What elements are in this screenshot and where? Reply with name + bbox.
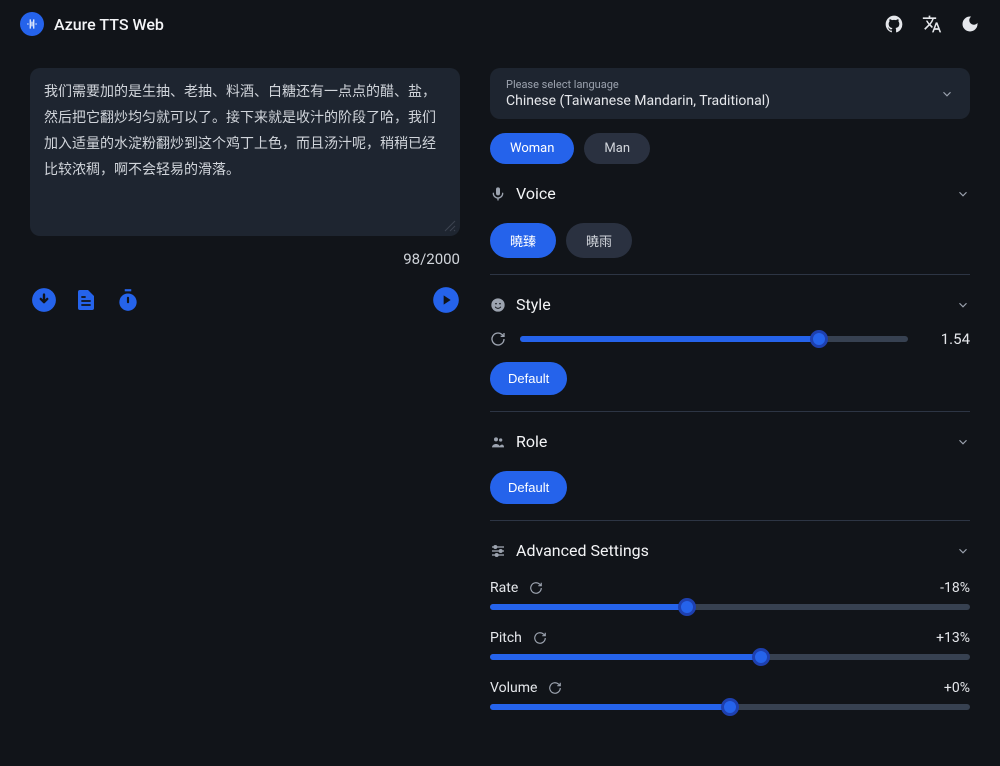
chevron-down-icon bbox=[956, 298, 970, 312]
gender-woman[interactable]: Woman bbox=[490, 133, 574, 164]
slider-fill bbox=[490, 604, 687, 610]
style-title: Style bbox=[516, 295, 551, 314]
voice-row: 曉臻 曉雨 bbox=[490, 223, 970, 258]
main-content: 98/2000 Please select language bbox=[0, 48, 1000, 730]
role-section-header[interactable]: Role bbox=[490, 432, 970, 457]
reset-icon[interactable] bbox=[547, 680, 563, 696]
action-left bbox=[30, 286, 142, 314]
rate-value: -18% bbox=[940, 580, 970, 596]
smile-icon bbox=[490, 297, 506, 313]
resize-handle[interactable] bbox=[444, 220, 456, 232]
rate-slider[interactable] bbox=[490, 604, 970, 610]
reset-icon[interactable] bbox=[532, 630, 548, 646]
char-counter: 98/2000 bbox=[30, 250, 460, 268]
volume-label: Volume bbox=[490, 680, 537, 696]
advanced-title: Advanced Settings bbox=[516, 541, 649, 560]
reset-icon[interactable] bbox=[490, 331, 506, 347]
advanced-section-header[interactable]: Advanced Settings bbox=[490, 541, 970, 566]
language-placeholder: Please select language bbox=[506, 78, 770, 91]
slider-thumb[interactable] bbox=[810, 330, 828, 348]
pitch-label-row: Pitch +13% bbox=[490, 630, 970, 646]
header-right bbox=[884, 14, 980, 34]
github-icon[interactable] bbox=[884, 14, 904, 34]
pitch-value: +13% bbox=[936, 630, 970, 646]
action-row bbox=[30, 286, 460, 314]
divider bbox=[490, 520, 970, 521]
slider-thumb[interactable] bbox=[721, 698, 739, 716]
slider-thumb[interactable] bbox=[752, 648, 770, 666]
voice-title: Voice bbox=[516, 184, 556, 203]
role-title: Role bbox=[516, 432, 547, 451]
style-slider[interactable] bbox=[520, 336, 908, 342]
style-default-button[interactable]: Default bbox=[490, 362, 567, 395]
voice-option-1[interactable]: 曉臻 bbox=[490, 223, 556, 258]
slider-fill bbox=[490, 654, 761, 660]
sliders-icon bbox=[490, 543, 506, 559]
translate-icon[interactable] bbox=[922, 14, 942, 34]
pitch-label-left: Pitch bbox=[490, 630, 548, 646]
dark-mode-icon[interactable] bbox=[960, 14, 980, 34]
role-default-button[interactable]: Default bbox=[490, 471, 567, 504]
download-button[interactable] bbox=[30, 286, 58, 314]
language-value: Chinese (Taiwanese Mandarin, Traditional… bbox=[506, 93, 770, 109]
mic-icon bbox=[490, 186, 506, 202]
app-title: Azure TTS Web bbox=[54, 15, 164, 34]
style-slider-row: 1.54 bbox=[490, 330, 970, 348]
style-section-header[interactable]: Style bbox=[490, 295, 970, 320]
voice-option-2[interactable]: 曉雨 bbox=[566, 223, 632, 258]
style-title-wrap: Style bbox=[490, 295, 551, 314]
timer-button[interactable] bbox=[114, 286, 142, 314]
gender-man[interactable]: Man bbox=[584, 133, 650, 164]
role-title-wrap: Role bbox=[490, 432, 547, 451]
slider-fill bbox=[490, 704, 730, 710]
chevron-down-icon bbox=[956, 187, 970, 201]
language-labels: Please select language Chinese (Taiwanes… bbox=[506, 78, 770, 109]
people-icon bbox=[490, 434, 506, 450]
volume-label-left: Volume bbox=[490, 680, 563, 696]
language-select[interactable]: Please select language Chinese (Taiwanes… bbox=[490, 68, 970, 119]
play-button[interactable] bbox=[432, 286, 460, 314]
chevron-down-icon bbox=[940, 87, 954, 101]
rate-label-row: Rate -18% bbox=[490, 580, 970, 596]
slider-thumb[interactable] bbox=[678, 598, 696, 616]
app-logo bbox=[20, 12, 44, 36]
rate-label: Rate bbox=[490, 580, 518, 596]
pitch-slider[interactable] bbox=[490, 654, 970, 660]
divider bbox=[490, 274, 970, 275]
volume-value: +0% bbox=[944, 680, 970, 696]
volume-slider[interactable] bbox=[490, 704, 970, 710]
divider bbox=[490, 411, 970, 412]
voice-title-wrap: Voice bbox=[490, 184, 556, 203]
reset-icon[interactable] bbox=[528, 580, 544, 596]
app-header: Azure TTS Web bbox=[0, 0, 1000, 48]
text-input-wrap bbox=[30, 68, 460, 236]
voice-section-header[interactable]: Voice bbox=[490, 184, 970, 209]
rate-label-left: Rate bbox=[490, 580, 544, 596]
chevron-down-icon bbox=[956, 544, 970, 558]
document-button[interactable] bbox=[72, 286, 100, 314]
pitch-label: Pitch bbox=[490, 630, 522, 646]
left-panel: 98/2000 bbox=[30, 68, 460, 710]
style-value: 1.54 bbox=[922, 330, 970, 348]
chevron-down-icon bbox=[956, 435, 970, 449]
right-panel: Please select language Chinese (Taiwanes… bbox=[490, 68, 970, 710]
volume-label-row: Volume +0% bbox=[490, 680, 970, 696]
advanced-title-wrap: Advanced Settings bbox=[490, 541, 649, 560]
header-left: Azure TTS Web bbox=[20, 12, 164, 36]
text-input[interactable] bbox=[44, 80, 446, 220]
slider-fill bbox=[520, 336, 819, 342]
gender-row: Woman Man bbox=[490, 133, 970, 164]
